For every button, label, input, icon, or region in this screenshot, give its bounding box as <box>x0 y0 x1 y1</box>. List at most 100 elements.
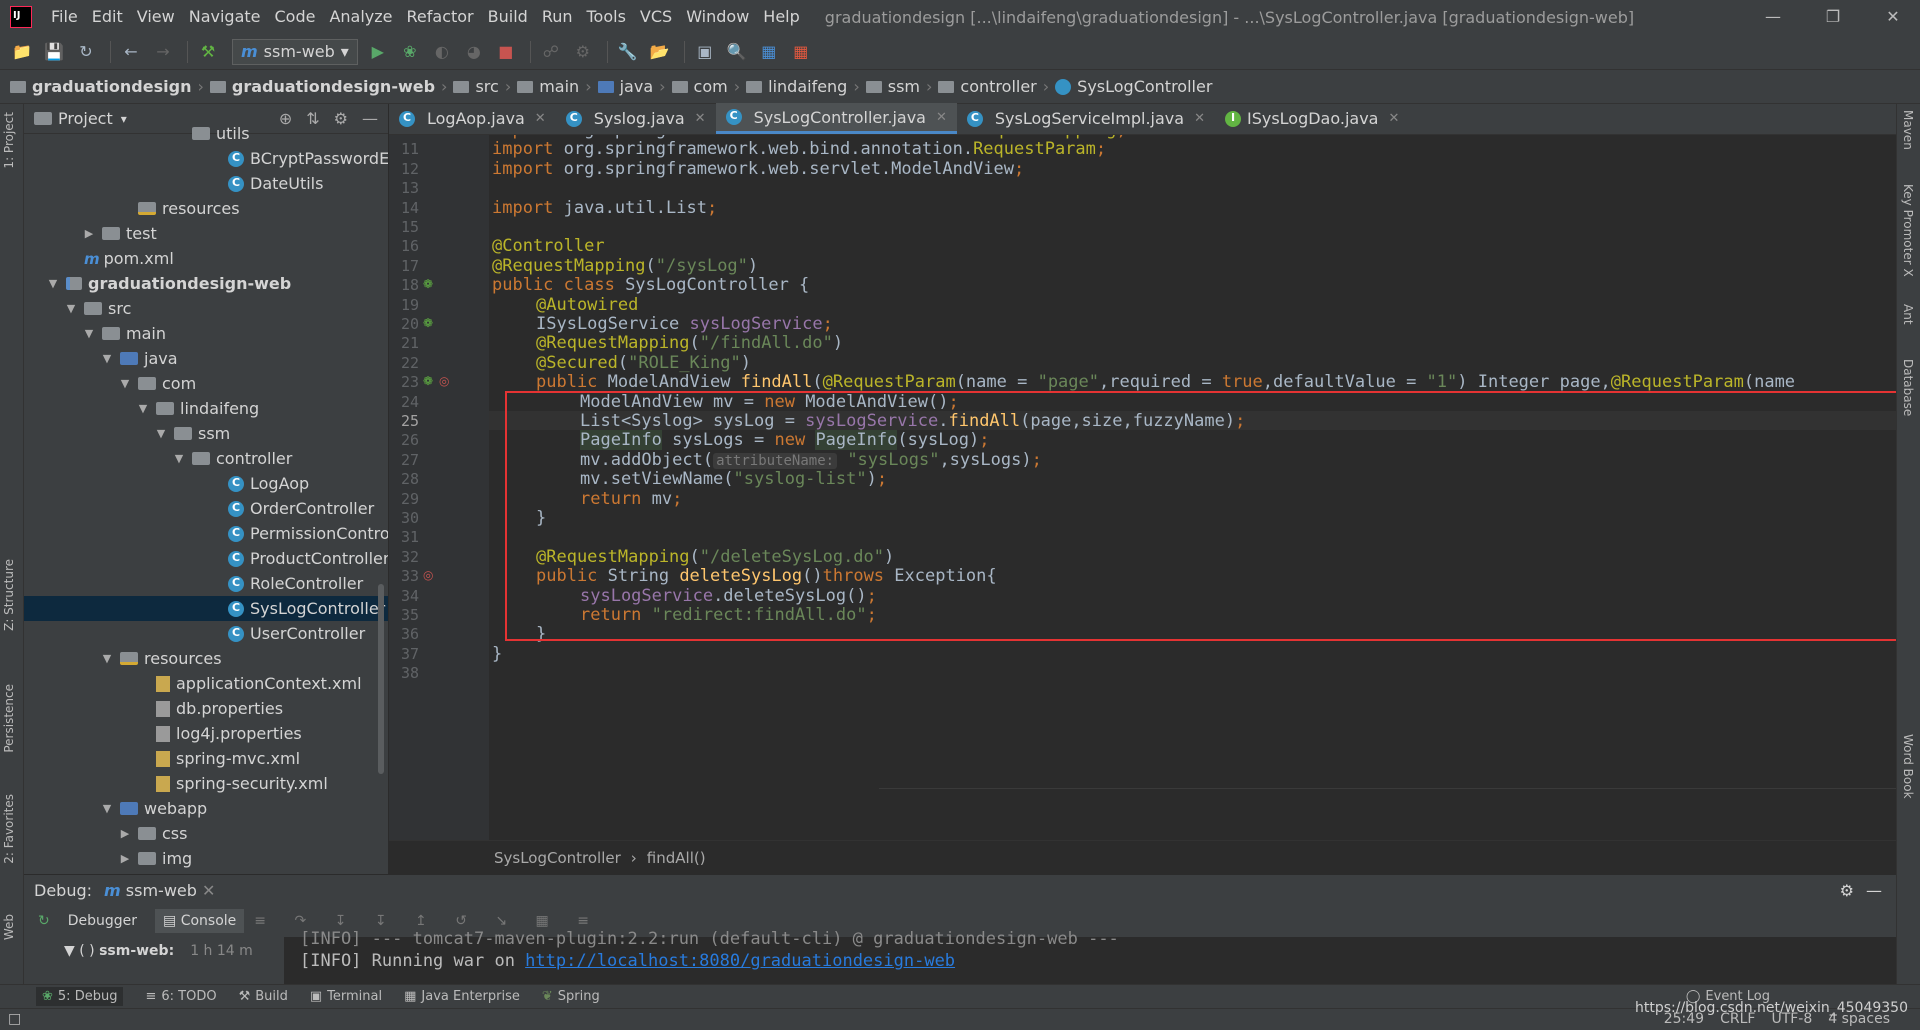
breadcrumb-item[interactable]: src <box>453 77 499 96</box>
breadcrumb-item[interactable]: java <box>597 77 653 96</box>
tree-item[interactable]: ▼ main <box>24 321 166 346</box>
layout-icon[interactable]: □ <box>8 1011 21 1027</box>
tree-item[interactable]: RoleController <box>24 571 363 596</box>
locate-target-icon[interactable]: ⊕ <box>279 109 292 128</box>
tree-item[interactable]: PermissionController <box>24 521 388 546</box>
gear-icon[interactable]: ⚙ <box>334 109 348 128</box>
terminal-icon[interactable]: ▣ <box>691 38 719 66</box>
tree-item[interactable]: log4j.properties <box>24 721 302 746</box>
attach-icon[interactable]: ☍ <box>537 38 565 66</box>
hide-panel-icon[interactable]: — <box>1866 881 1882 900</box>
breadcrumb-item[interactable]: graduationdesign-web <box>209 77 435 96</box>
crumb-class[interactable]: SysLogController <box>494 849 621 867</box>
tool-spring[interactable]: ❦ Spring <box>542 989 600 1004</box>
build-hammer-icon[interactable]: ⚒ <box>194 38 222 66</box>
session-item[interactable]: ▼ ( ) ssm-web: 1 h 14 m <box>64 943 253 959</box>
tree-item[interactable]: applicationContext.xml <box>24 671 362 696</box>
tree-item[interactable]: ▼ src <box>24 296 132 321</box>
run-icon[interactable]: ▶ <box>364 38 392 66</box>
menu-code[interactable]: Code <box>268 0 323 34</box>
tool-terminal[interactable]: ▣ Terminal <box>310 989 382 1004</box>
tab-debugger[interactable]: Debugger <box>60 909 145 933</box>
tab-project[interactable]: 1: Project <box>2 112 16 169</box>
tree-item[interactable]: ▼ webapp <box>24 796 207 821</box>
back-arrow-icon[interactable]: ← <box>117 38 145 66</box>
forward-arrow-icon[interactable]: → <box>149 38 177 66</box>
chevron-right-icon[interactable]: ▶ <box>118 827 132 840</box>
profile-icon[interactable]: ◕ <box>460 38 488 66</box>
tree-item[interactable]: m pom.xml <box>24 246 174 271</box>
menu-tools[interactable]: Tools <box>580 0 633 34</box>
tree-item[interactable]: ▼ controller <box>24 446 293 471</box>
chevron-down-icon[interactable]: ▼ <box>100 802 114 815</box>
translate-icon[interactable]: ▦ <box>755 38 783 66</box>
chevron-down-icon[interactable]: ▼ <box>100 652 114 665</box>
tool-build[interactable]: ⚒ Build <box>239 989 288 1004</box>
tree-item[interactable]: ▶ img <box>24 846 192 871</box>
minimize-icon[interactable]: — <box>1748 0 1798 34</box>
chevron-right-icon[interactable]: ▶ <box>118 852 132 865</box>
tree-item[interactable]: OrderController <box>24 496 374 521</box>
vcs-icon[interactable]: ⚙ <box>569 38 597 66</box>
tab-console[interactable]: ▤ Console <box>155 909 245 933</box>
menu-file[interactable]: File <box>44 0 85 34</box>
tool-todo[interactable]: ≡ 6: TODO <box>145 989 216 1004</box>
menu-build[interactable]: Build <box>481 0 535 34</box>
tab-structure[interactable]: Z: Structure <box>2 559 16 631</box>
tree-item[interactable]: ▼ java <box>24 346 178 371</box>
menu-help[interactable]: Help <box>756 0 806 34</box>
crumb-method[interactable]: findAll() <box>647 849 706 867</box>
editor-tab[interactable]: ISysLogDao.java ✕ <box>1215 103 1409 134</box>
collapse-all-icon[interactable]: ⇅ <box>306 109 319 128</box>
menu-analyze[interactable]: Analyze <box>322 0 399 34</box>
project-structure-icon[interactable]: 📂 <box>646 38 674 66</box>
tree-item[interactable]: spring-security.xml <box>24 771 328 796</box>
chevron-down-icon[interactable]: ▼ <box>172 452 186 465</box>
stop-icon[interactable]: ■ <box>492 38 520 66</box>
close-tab-icon[interactable]: ✕ <box>1388 111 1399 126</box>
menu-run[interactable]: Run <box>535 0 580 34</box>
breadcrumb-item[interactable]: SysLogController <box>1055 77 1212 96</box>
tree-item[interactable]: UserController <box>24 621 365 646</box>
close-tab-icon[interactable]: ✕ <box>936 110 947 125</box>
tab-web[interactable]: Web <box>2 914 16 940</box>
project-scrollbar[interactable] <box>378 584 384 774</box>
chevron-down-icon[interactable]: ▼ <box>100 352 114 365</box>
menu-refactor[interactable]: Refactor <box>400 0 481 34</box>
tab-key-promoter[interactable]: Key Promoter X <box>1901 184 1915 277</box>
hide-panel-icon[interactable]: — <box>362 109 378 128</box>
code-line[interactable]: } <box>492 642 502 666</box>
tree-item[interactable]: ▼ lindaifeng <box>24 396 259 421</box>
close-tab-icon[interactable]: ✕ <box>695 111 706 126</box>
close-icon[interactable]: ✕ <box>1868 0 1918 34</box>
open-folder-icon[interactable]: 📁 <box>8 38 36 66</box>
editor-tab[interactable]: SysLogController.java ✕ <box>715 103 957 134</box>
request-mapping-icon[interactable]: ◎ <box>439 374 449 388</box>
breadcrumb-item[interactable]: ssm <box>865 77 920 96</box>
breadcrumb-item[interactable]: lindaifeng <box>746 77 847 96</box>
menu-edit[interactable]: Edit <box>85 0 130 34</box>
tab-favorites[interactable]: 2: Favorites <box>2 794 16 864</box>
tree-item[interactable]: ▼ resources <box>24 646 222 671</box>
editor-tab[interactable]: Syslog.java ✕ <box>556 103 716 134</box>
console-output[interactable]: ▼ ( ) ssm-web: 1 h 14 m [INFO] --- tomcat… <box>24 929 1896 985</box>
chevron-down-icon[interactable]: ▼ <box>46 277 60 290</box>
chevron-down-icon[interactable]: ▼ <box>82 327 96 340</box>
breadcrumb-item[interactable]: controller <box>938 77 1037 96</box>
tree-item[interactable]: ▼ graduationdesign-web <box>24 271 291 296</box>
tree-item[interactable]: BCryptPasswordEncoderUtils <box>24 146 388 171</box>
coverage-icon[interactable]: ◐ <box>428 38 456 66</box>
tool-debug[interactable]: ❀ 5: Debug <box>36 987 124 1006</box>
breadcrumb-item[interactable]: com <box>671 77 728 96</box>
chevron-down-icon[interactable]: ▼ <box>154 427 168 440</box>
tree-item[interactable]: ▶ test <box>24 221 157 246</box>
debug-step-icons[interactable]: ≡ ↷ ↧ ↧ ↥ ↺ ↘ ▦ ≡ <box>254 913 601 929</box>
tree-item[interactable]: db.properties <box>24 696 283 721</box>
restore-icon[interactable]: ❐ <box>1808 0 1858 34</box>
tree-item[interactable]: spring-mvc.xml <box>24 746 300 771</box>
sync-icon[interactable]: ↻ <box>72 38 100 66</box>
code-line[interactable]: import org.springframework.web.servlet.M… <box>492 157 1024 181</box>
code-line[interactable]: import java.util.List; <box>492 196 717 220</box>
chevron-right-icon[interactable]: ▶ <box>82 227 96 240</box>
rerun-icon[interactable]: ↻ <box>38 913 50 929</box>
